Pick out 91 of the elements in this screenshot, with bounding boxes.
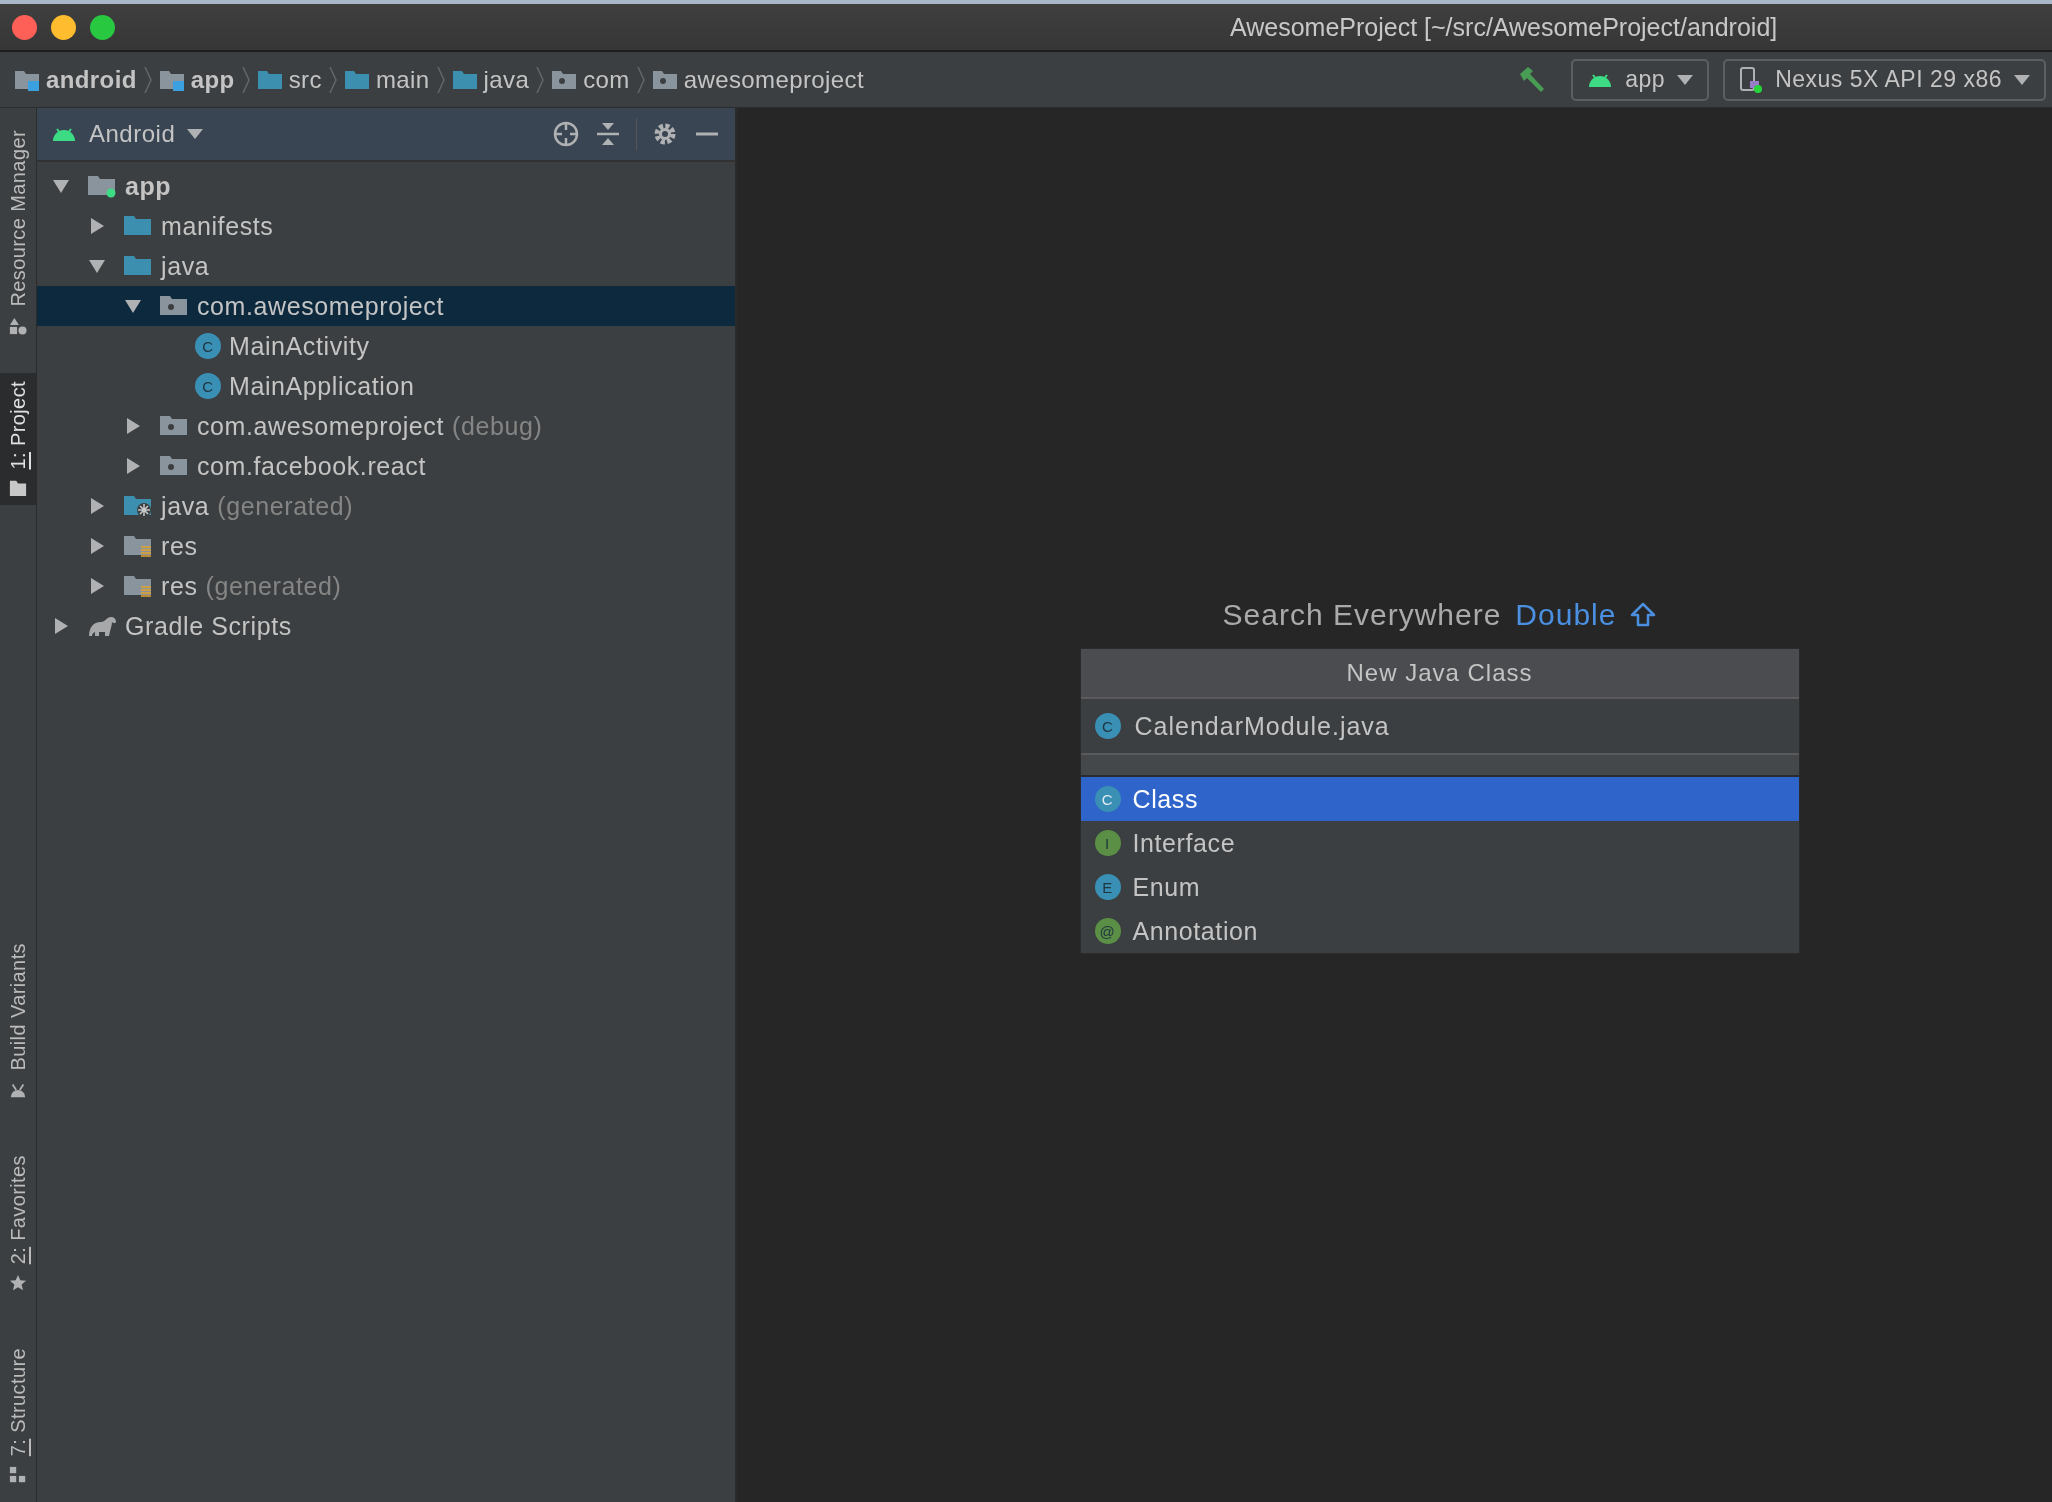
folder-icon [159,454,189,478]
class-name-field[interactable]: CalendarModule.java [1134,711,1785,741]
class-icon: C [1094,786,1121,812]
expanded-arrow-icon[interactable] [125,298,141,314]
tool-window-tab[interactable]: 7: Structure [0,1339,36,1492]
maximize-window-button[interactable] [90,14,115,40]
folder-icon [14,68,40,91]
structure-icon [9,1466,27,1484]
folder-icon [123,214,153,238]
collapsed-arrow-icon[interactable] [125,458,141,474]
shortcut-hint: Double [1515,598,1617,632]
folder-icon [651,68,678,91]
chevron-icon [435,64,446,95]
folder-icon [123,534,153,558]
collapsed-arrow-icon[interactable] [89,498,105,514]
tree-item[interactable]: manifests [37,206,735,246]
class-icon: C [1094,713,1121,739]
class-kind-option[interactable]: I Interface [1080,821,1799,865]
folder-icon [87,174,117,198]
chevron-icon [635,64,646,95]
tree-item[interactable]: com.facebook.react [37,446,735,486]
close-window-button[interactable] [12,14,37,40]
folder-icon [123,574,153,598]
collapse-all-icon[interactable] [594,120,622,148]
folder-icon [123,254,153,278]
folder-icon [158,68,185,91]
tree-item[interactable]: C MainActivity [37,326,735,366]
breadcrumb-item[interactable]: app [158,65,235,94]
chevron-icon [327,64,338,95]
shapes-icon [9,316,27,335]
tree-item[interactable]: C MainApplication [37,366,735,406]
window-title: AwesomeProject [~/src/AwesomeProject/android] [1230,12,1778,42]
shift-key-icon [1630,602,1657,628]
tool-window-tab[interactable]: 2: Favorites [0,1146,36,1300]
search-everywhere-hint: Search Everywhere [1222,598,1502,632]
breadcrumb-item[interactable]: src [256,65,322,94]
caret-icon [2014,74,2030,85]
annotation-icon: @ [1094,918,1121,944]
class-kind-option[interactable]: @ Annotation [1080,909,1799,953]
chevron-icon [142,64,153,95]
chevron-icon [240,64,251,95]
expanded-arrow-icon[interactable] [89,258,105,274]
device-dropdown[interactable]: Nexus 5X API 29 x86 [1723,58,2046,101]
collapsed-arrow-icon[interactable] [89,578,105,594]
expanded-arrow-icon[interactable] [53,178,69,194]
locate-icon[interactable] [552,120,580,148]
elephant-icon [87,614,117,638]
tree-item[interactable]: com.awesomeproject (debug) [37,406,735,446]
folder-icon [256,68,283,91]
breadcrumb-item[interactable]: main [343,65,430,94]
folder-icon [9,479,27,497]
minimize-window-button[interactable] [51,14,76,40]
project-view-dropdown[interactable]: Android [51,120,204,148]
caret-icon [187,129,204,139]
folder-icon [451,68,478,91]
breadcrumb-item[interactable]: java [451,65,530,94]
class-icon: C [195,333,221,359]
tree-item[interactable]: java (generated) [37,486,735,526]
collapsed-arrow-icon[interactable] [53,618,69,634]
class-kind-option[interactable]: E Enum [1080,865,1799,909]
run-configuration-dropdown[interactable]: app [1571,58,1710,101]
breadcrumb-item[interactable]: android [14,65,137,94]
class-kind-option[interactable]: C Class [1080,777,1799,821]
tool-window-tab[interactable]: 1: Project [0,372,36,505]
folder-icon [343,68,370,91]
collapsed-arrow-icon[interactable] [125,418,141,434]
star-icon [9,1273,27,1292]
class-icon: C [195,373,221,399]
phone-icon [1739,65,1764,94]
breadcrumb-item[interactable]: com [551,65,630,94]
chevron-icon [535,64,546,95]
tool-window-tab[interactable]: Build Variants [0,935,36,1107]
folder-icon [551,68,578,91]
tree-item[interactable]: java [37,246,735,286]
collapsed-arrow-icon[interactable] [89,218,105,234]
folder-icon [123,494,153,518]
interface-icon: I [1094,830,1121,856]
caret-icon [1677,74,1694,85]
tree-item[interactable]: app [37,166,735,206]
folder-icon [159,294,189,318]
folder-icon [159,414,189,438]
tree-item[interactable]: com.awesomeproject [37,286,735,326]
collapsed-arrow-icon[interactable] [89,538,105,554]
tree-item[interactable]: Gradle Scripts [37,606,735,646]
tool-window-tab[interactable]: Resource Manager [0,122,36,343]
tree-item[interactable]: res [37,526,735,566]
tree-item[interactable]: res (generated) [37,566,735,606]
popup-title: New Java Class [1080,649,1799,699]
breadcrumb-item[interactable]: awesomeproject [651,65,865,94]
enum-icon: E [1094,874,1121,900]
android-icon [51,126,77,142]
